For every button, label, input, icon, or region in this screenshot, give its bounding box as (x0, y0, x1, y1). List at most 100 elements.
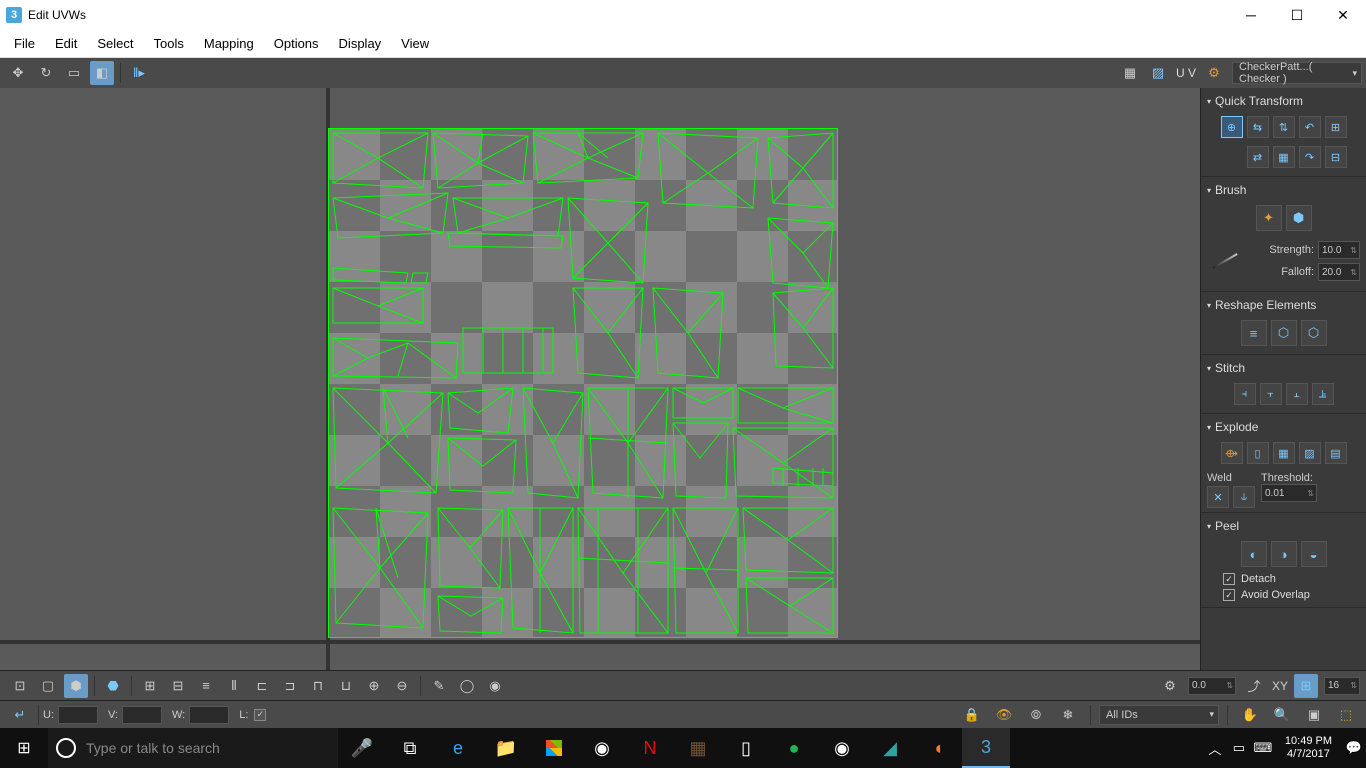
rotate-ccw-icon[interactable]: ↶ (1299, 116, 1321, 138)
t2-icon[interactable]: ⊐ (278, 674, 302, 698)
taskview-icon[interactable]: ⧉ (386, 728, 434, 768)
menu-mapping[interactable]: Mapping (194, 32, 264, 55)
minecraft-icon[interactable]: ▦ (674, 728, 722, 768)
stitch1-icon[interactable]: ⫞ (1234, 383, 1256, 405)
weld1-icon[interactable]: ✕ (1207, 486, 1229, 508)
shrink-icon[interactable]: ⊟ (166, 674, 190, 698)
align-move-icon[interactable]: ⊕ (1221, 116, 1243, 138)
w-input[interactable] (189, 706, 229, 724)
freeform-tool[interactable]: ◧ (90, 61, 114, 85)
maximize-button[interactable]: ☐ (1274, 0, 1320, 30)
grid-icon[interactable]: ⊞ (1325, 116, 1347, 138)
u-input[interactable] (58, 706, 98, 724)
expl1-icon[interactable]: ⟴ (1221, 442, 1243, 464)
stitch4-icon[interactable]: ⫡ (1312, 383, 1334, 405)
fit-sel-icon[interactable]: ⬚ (1334, 703, 1358, 727)
mirror-tool[interactable]: ‖▸ (127, 61, 151, 85)
grid-spinner[interactable]: 16 (1324, 677, 1360, 695)
snow-icon[interactable]: ❄ (1056, 703, 1080, 727)
sel-face-icon[interactable]: ⬢ (64, 674, 88, 698)
zoom-spinner[interactable]: 0.0 (1188, 677, 1236, 695)
rotate-cw-icon[interactable]: ↷ (1299, 146, 1321, 168)
tray-up-icon[interactable]: ︿ (1203, 728, 1227, 768)
sel-element-icon[interactable]: ⬣ (101, 674, 125, 698)
v-input[interactable] (122, 706, 162, 724)
menu-display[interactable]: Display (329, 32, 392, 55)
steam-icon[interactable]: ◉ (578, 728, 626, 768)
notifications-icon[interactable]: 💬 (1342, 728, 1366, 768)
move-tool[interactable]: ✥ (6, 61, 30, 85)
l-checkbox[interactable]: ✓ (254, 709, 266, 721)
relax-icon[interactable]: ⬡ (1271, 320, 1297, 346)
notepad-icon[interactable]: ▯ (722, 728, 770, 768)
peel3-icon[interactable]: ◒ (1301, 541, 1327, 567)
taskbar-clock[interactable]: 10:49 PM 4/7/2017 (1275, 735, 1342, 761)
filter-icon[interactable]: ⦾ (1024, 703, 1048, 727)
store-icon[interactable] (530, 728, 578, 768)
grid2-icon[interactable]: ⊟ (1325, 146, 1347, 168)
falloff-spinner[interactable]: 20.0 (1318, 263, 1360, 281)
show-map-icon[interactable]: ▦ (1118, 61, 1142, 85)
loop-icon[interactable]: ≡ (194, 674, 218, 698)
explorer-icon[interactable]: 📁 (482, 728, 530, 768)
align-horz-icon[interactable]: ⇆ (1247, 116, 1269, 138)
peel1-icon[interactable]: ◐ (1241, 541, 1267, 567)
strength-spinner[interactable]: 10.0 (1318, 241, 1360, 259)
zoom-icon[interactable]: 🔍 (1270, 703, 1294, 727)
lock-icon[interactable]: 🔒 (960, 703, 984, 727)
menu-select[interactable]: Select (87, 32, 143, 55)
cortana-search[interactable]: Type or talk to search (48, 728, 338, 768)
checker-icon[interactable]: ▨ (1146, 61, 1170, 85)
mic-icon[interactable]: 🎤 (338, 728, 386, 768)
threshold-spinner[interactable]: 0.01 (1261, 484, 1317, 502)
stitch2-icon[interactable]: ⫟ (1260, 383, 1282, 405)
transform-type-icon[interactable]: ↵ (8, 703, 32, 727)
t3-icon[interactable]: ⊓ (306, 674, 330, 698)
t1-icon[interactable]: ⊏ (250, 674, 274, 698)
expl5-icon[interactable]: ▤ (1325, 442, 1347, 464)
align-horz2-icon[interactable]: ⇄ (1247, 146, 1269, 168)
t4-icon[interactable]: ⊔ (334, 674, 358, 698)
edge-icon[interactable]: e (434, 728, 482, 768)
scale-tool[interactable]: ▭ (62, 61, 86, 85)
relax2-icon[interactable]: ⬡ (1301, 320, 1327, 346)
peel2-icon[interactable]: ◑ (1271, 541, 1297, 567)
eye-icon[interactable]: 👁 (992, 703, 1016, 727)
3dsmax-app-icon[interactable]: 3 (962, 728, 1010, 768)
sel-vertex-icon[interactable]: ⊡ (8, 674, 32, 698)
battery-icon[interactable]: ▭ (1227, 728, 1251, 768)
avoid-overlap-checkbox[interactable]: ✓Avoid Overlap (1207, 587, 1360, 603)
expl2-icon[interactable]: ▯ (1247, 442, 1269, 464)
stitch3-icon[interactable]: ⫠ (1286, 383, 1308, 405)
snap-icon[interactable]: ⊞ (1294, 674, 1318, 698)
sel-edge-icon[interactable]: ▢ (36, 674, 60, 698)
netflix-icon[interactable]: N (626, 728, 674, 768)
uv-viewport[interactable] (0, 88, 1200, 670)
straighten-icon[interactable]: ≡ (1241, 320, 1267, 346)
menu-options[interactable]: Options (264, 32, 329, 55)
blender-icon[interactable]: ◖ (914, 728, 962, 768)
menu-tools[interactable]: Tools (144, 32, 194, 55)
curve-icon[interactable]: ⤴ (1242, 674, 1266, 698)
t5-icon[interactable]: ⊕ (362, 674, 386, 698)
start-button[interactable]: ⊞ (0, 728, 48, 768)
ids-dropdown[interactable]: All IDs (1099, 705, 1219, 725)
expl3-icon[interactable]: ▦ (1273, 442, 1295, 464)
3dsmax-icon[interactable]: ◢ (866, 728, 914, 768)
menu-file[interactable]: File (4, 32, 45, 55)
soft2-icon[interactable]: ◉ (483, 674, 507, 698)
expl4-icon[interactable]: ▨ (1299, 442, 1321, 464)
chrome-icon[interactable]: ◉ (818, 728, 866, 768)
paint-sel-icon[interactable]: ✎ (427, 674, 451, 698)
align-vert-icon[interactable]: ⇅ (1273, 116, 1295, 138)
texture-dropdown[interactable]: CheckerPatt...( Checker ) (1232, 62, 1362, 84)
close-button[interactable]: ✕ (1320, 0, 1366, 30)
relax-brush-icon[interactable]: ⬢ (1286, 205, 1312, 231)
menu-edit[interactable]: Edit (45, 32, 87, 55)
soft1-icon[interactable]: ◯ (455, 674, 479, 698)
grow-icon[interactable]: ⊞ (138, 674, 162, 698)
keyboard-icon[interactable]: ⌨ (1251, 728, 1275, 768)
align-grid-icon[interactable]: ▦ (1273, 146, 1295, 168)
pan-icon[interactable]: ✋ (1238, 703, 1262, 727)
t6-icon[interactable]: ⊖ (390, 674, 414, 698)
